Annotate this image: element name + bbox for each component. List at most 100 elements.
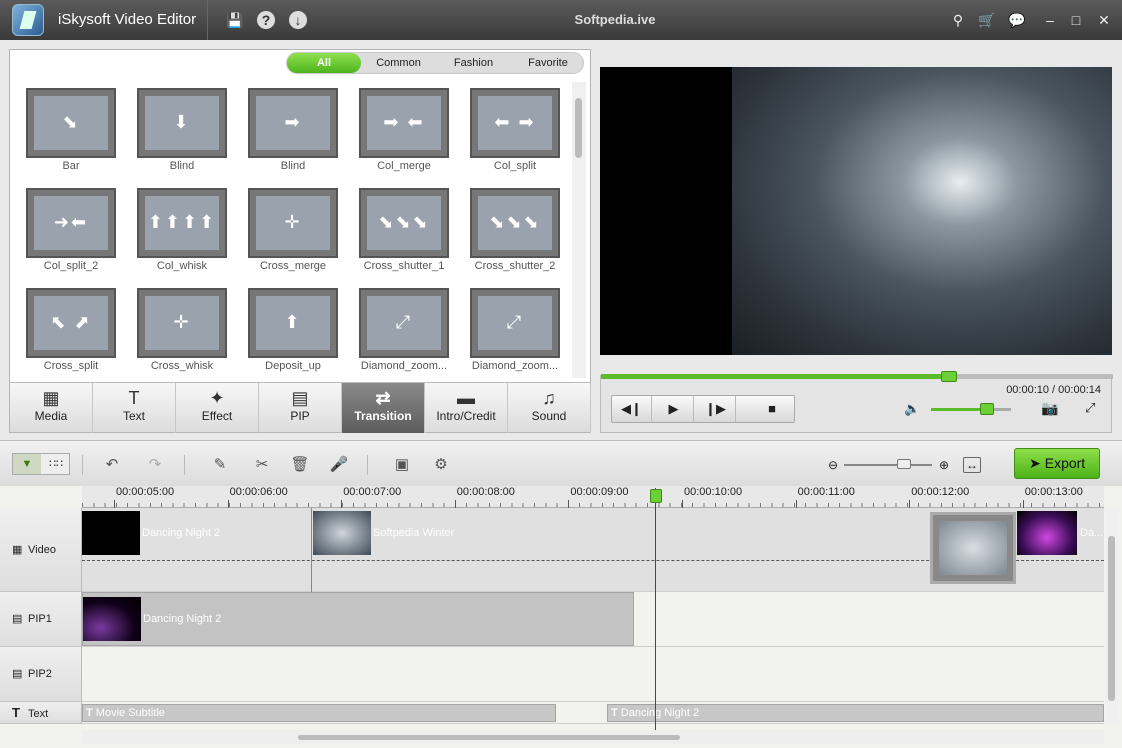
title-divider [207,0,208,40]
video-clip[interactable]: Softpedia Winter [313,511,613,555]
clip-thumbnail [313,511,371,555]
text-clip[interactable]: T Dancing Night 2 [607,704,1104,722]
transition-tile[interactable]: ⬇ Blind [133,86,244,178]
transition-tile[interactable]: ✛ Cross_whisk [133,286,244,378]
text-track[interactable]: T Movie Subtitle T Dancing Night 2 [82,702,1104,724]
pip-track-icon: ▤ [12,613,23,625]
tab-media[interactable]: ▦ Media [10,383,93,433]
preview-frame [732,67,1112,355]
clapper-icon: ▬ [457,388,475,408]
undo-icon[interactable]: ↶ [102,455,122,475]
headphones-icon: ♫ [542,388,556,408]
volume-handle[interactable] [980,403,994,415]
transition-tile[interactable]: ⬆⬆⬆⬆ Col_whisk [133,186,244,278]
tab-label: PIP [290,409,310,423]
timeline-horizontal-scrollbar[interactable] [82,730,1104,744]
export-button[interactable]: ➤ Export [1014,448,1100,479]
download-icon[interactable]: ↓ [289,11,307,29]
library-scroll-thumb[interactable] [575,98,582,158]
pip2-track[interactable] [82,647,1104,702]
timeline-vscroll-thumb[interactable] [1108,536,1115,701]
stop-button[interactable]: ■ [752,396,792,422]
playback-progress[interactable] [601,371,1113,382]
transition-tile[interactable]: ⬉ ⬈ Cross_split [22,286,133,378]
view-toggle: ▼ ∷∷ [12,453,70,475]
timeline-vertical-scrollbar[interactable] [1105,508,1119,726]
settings-icon[interactable]: ⚙ [431,455,451,475]
toolbar-divider [82,455,83,475]
transition-tile[interactable]: ⬊⬊⬊ Cross_shutter_1 [355,186,466,278]
fit-icon[interactable]: ↔ [963,457,981,473]
next-frame-button[interactable]: ❙▶ [696,396,736,422]
transition-tile[interactable]: ➡ ⬅ Col_merge [355,86,466,178]
transition-block[interactable] [930,512,1016,584]
pip1-track[interactable]: Dancing Night 2 [82,592,1104,647]
time-ruler[interactable]: 00:00:05:00 00:00:06:00 00:00:07:00 00:00:0… [82,486,1104,508]
chat-icon[interactable]: 💬 [1007,10,1027,30]
transition-thumbnail: ⬆⬆⬆⬆ [137,188,227,258]
fullscreen-icon[interactable]: ⤢ [1085,400,1095,416]
filter-tab-all[interactable]: All [287,53,361,73]
tab-pip[interactable]: ▤ PIP [259,383,342,433]
video-clip[interactable]: Dancing Night 2 [82,511,310,555]
transition-tile[interactable]: ⬅ ➡ Col_split [466,86,570,178]
transition-tile[interactable]: ➜⬅ Col_split_2 [22,186,133,278]
cart-icon[interactable]: 🛒 [977,10,997,30]
ruler-label: 00:00:12:00 [909,486,970,508]
transition-tile[interactable]: ⤢ Diamond_zoom... [466,286,570,378]
camera-icon[interactable]: 📷 [1041,400,1058,417]
timeline-view-icon[interactable]: ▼ [13,454,41,474]
ruler-ticks [82,503,1104,507]
tab-intro-credit[interactable]: ▬ Intro/Credit [425,383,508,433]
tab-label: Intro/Credit [436,409,496,423]
zoom-out-icon[interactable]: ⊖ [828,458,838,472]
text-clip[interactable]: T Movie Subtitle [82,704,556,722]
video-clip[interactable]: Da... [1017,511,1104,555]
crop-icon[interactable]: ▣ [392,455,412,475]
tab-text[interactable]: T Text [93,383,176,433]
redo-icon[interactable]: ↷ [145,455,165,475]
video-preview[interactable] [600,67,1112,355]
arrow-icon: ✛ [284,212,302,232]
transition-tile[interactable]: ⬊ Bar [22,86,133,178]
zoom-handle[interactable] [896,459,911,469]
zoom-in-icon[interactable]: ⊕ [939,458,949,472]
filter-tab-favorite[interactable]: Favorite [511,53,585,73]
ruler-label: 00:00:10:00 [681,486,743,508]
tab-sound[interactable]: ♫ Sound [508,383,591,433]
pip-clip[interactable]: Dancing Night 2 [82,592,634,646]
close-button[interactable]: ✕ [1094,10,1114,30]
transition-tile[interactable]: ✛ Cross_merge [244,186,355,278]
transition-tile[interactable]: ➡ Blind [244,86,355,178]
filter-tab-common[interactable]: Common [361,53,436,73]
library-scrollbar[interactable] [572,82,586,378]
maximize-button[interactable]: □ [1066,10,1086,30]
tab-effect[interactable]: ✦ Effect [176,383,259,433]
help-icon[interactable]: ? [257,11,275,29]
minimize-button[interactable]: – [1040,10,1060,30]
arrow-icon: ✛ [173,312,191,332]
tab-transition[interactable]: ⇄ Transition [342,383,425,433]
zoom-slider[interactable] [844,464,932,466]
storyboard-view-icon[interactable]: ∷∷ [42,454,70,474]
playhead-handle[interactable] [650,489,662,503]
trash-icon[interactable]: 🗑 [290,455,310,475]
volume-slider[interactable] [931,403,1011,415]
scissors-icon[interactable]: ✂ [252,455,272,475]
timeline-hscroll-thumb[interactable] [298,735,680,740]
volume-icon[interactable]: 🔈 [904,401,920,417]
transition-tile[interactable]: ⬆ Deposit_up [244,286,355,378]
transition-tile[interactable]: ⤢ Diamond_zoom... [355,286,466,378]
video-track[interactable]: Dancing Night 2 Softpedia Winter Da... [82,508,1104,592]
edit-icon[interactable]: ✎ [210,455,230,475]
key-icon[interactable]: ⚲ [948,10,968,30]
microphone-icon[interactable]: 🎤 [329,455,349,475]
prev-frame-button[interactable]: ◀❙ [612,396,652,422]
export-icon: ➤ [1029,455,1041,471]
save-icon[interactable]: 💾 [226,11,244,29]
progress-handle[interactable] [941,371,958,382]
text-track-icon: T [12,705,20,720]
play-button[interactable]: ▶ [654,396,694,422]
transition-tile[interactable]: ⬊⬊⬊ Cross_shutter_2 [466,186,570,278]
filter-tab-fashion[interactable]: Fashion [436,53,511,73]
